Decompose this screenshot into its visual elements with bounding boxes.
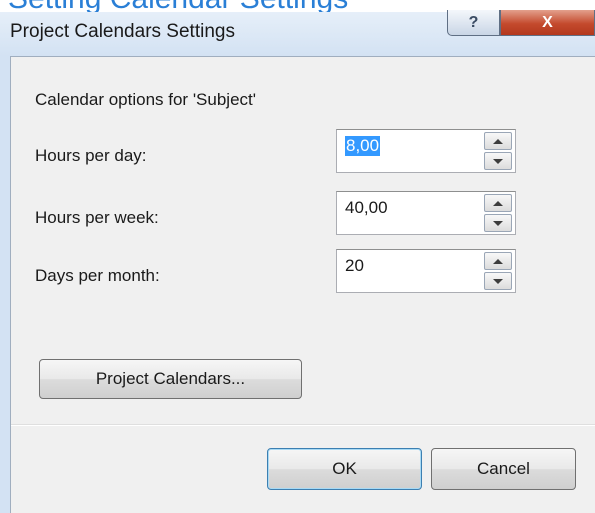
dialog-title: Project Calendars Settings [10, 21, 235, 42]
days-per-month-label: Days per month: [35, 266, 160, 285]
close-button[interactable]: X [500, 10, 595, 36]
hours-per-day-spinbox[interactable]: 8,00 [336, 129, 516, 173]
hours-per-day-decrement-button[interactable] [484, 152, 512, 170]
cancel-button[interactable]: Cancel [431, 448, 576, 490]
arrow-down-icon [493, 221, 503, 226]
hours-per-day-increment-button[interactable] [484, 132, 512, 150]
hours-per-week-spinbox[interactable]: 40,00 [336, 191, 516, 235]
close-icon: X [542, 13, 553, 31]
ok-button[interactable]: OK [267, 448, 422, 490]
help-icon: ? [468, 13, 479, 31]
arrow-up-icon [493, 259, 503, 264]
screenshot: Setting Calendar Settings Project Calend… [0, 0, 595, 513]
footer-divider [11, 424, 595, 426]
days-per-month-input[interactable]: 20 [345, 256, 364, 276]
help-button[interactable]: ? [447, 10, 500, 36]
arrow-down-icon [493, 279, 503, 284]
days-per-month-decrement-button[interactable] [484, 272, 512, 290]
arrow-up-icon [493, 139, 503, 144]
dialog-body: Calendar options for 'Subject' Hours per… [10, 56, 595, 513]
hours-per-week-increment-button[interactable] [484, 194, 512, 212]
hours-per-week-label: Hours per week: [35, 208, 159, 227]
hours-per-week-spin-buttons [484, 194, 512, 232]
hours-per-week-decrement-button[interactable] [484, 214, 512, 232]
days-per-month-spin-buttons [484, 252, 512, 290]
dialog-frame: Calendar options for 'Subject' Hours per… [0, 56, 595, 513]
project-calendars-button[interactable]: Project Calendars... [39, 359, 302, 399]
days-per-month-increment-button[interactable] [484, 252, 512, 270]
options-caption: Calendar options for 'Subject' [35, 90, 257, 109]
hours-per-week-input[interactable]: 40,00 [345, 198, 388, 218]
arrow-down-icon [493, 159, 503, 164]
dialog-title-bar[interactable]: Project Calendars Settings ? X [0, 10, 595, 56]
days-per-month-spinbox[interactable]: 20 [336, 249, 516, 293]
hours-per-day-label: Hours per day: [35, 146, 147, 165]
hours-per-day-spin-buttons [484, 132, 512, 170]
hours-per-day-input[interactable]: 8,00 [345, 136, 381, 156]
arrow-up-icon [493, 201, 503, 206]
